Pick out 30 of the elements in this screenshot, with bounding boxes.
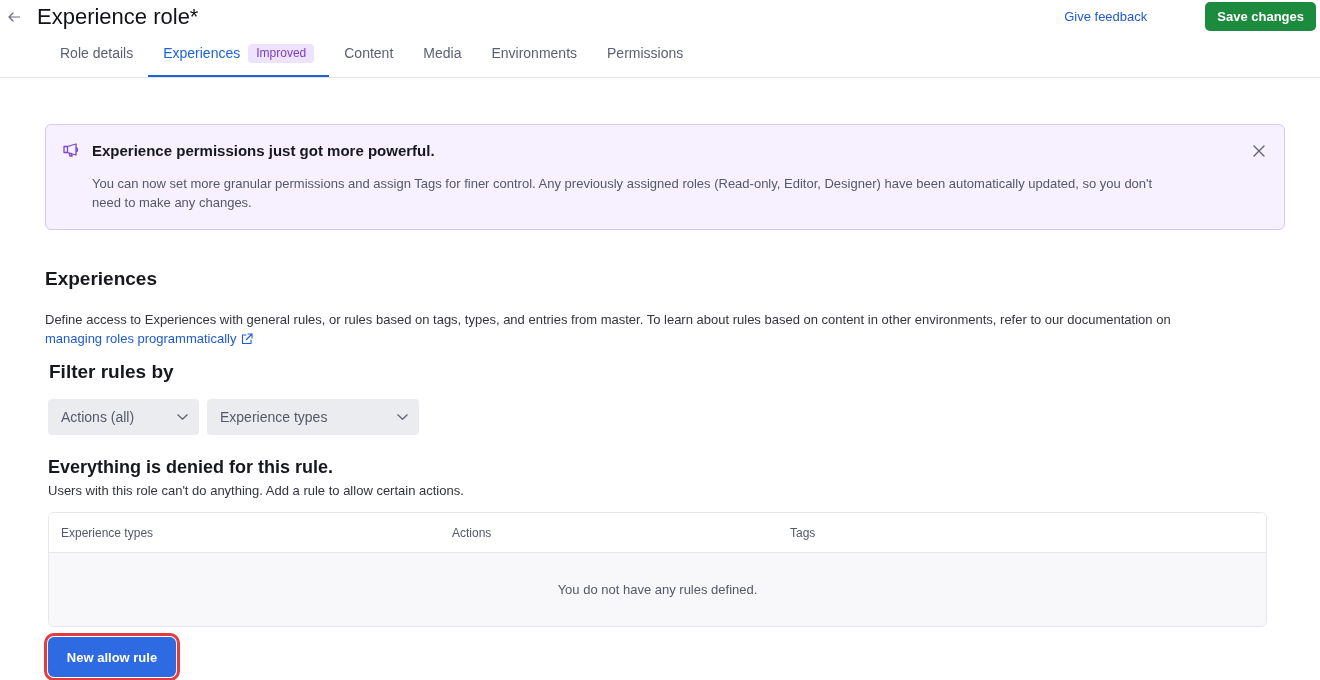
rules-heading: Everything is denied for this rule. (48, 456, 335, 478)
back-icon[interactable] (8, 11, 20, 22)
chevron-down-icon (177, 414, 188, 420)
tab[interactable]: Content (329, 39, 409, 77)
filter-dropdown[interactable]: Actions (all) (48, 399, 199, 435)
section-heading: Experiences (45, 268, 158, 290)
section-description: Define access to Experiences with general rules, or rules based on tags, types, and entries from master. To learn about rules based on content in other environments, refer to our documentation on managing roles programmatically (45, 311, 1172, 348)
save-changes-button[interactable]: Save changes (1205, 2, 1316, 31)
chevron-down-icon (397, 414, 408, 420)
external-link-icon (241, 332, 254, 345)
give-feedback-link[interactable]: Give feedback (1064, 9, 1148, 24)
close-icon[interactable] (1253, 144, 1265, 157)
filter-dropdown[interactable]: Experience types (207, 399, 419, 435)
improved-badge: Improved (248, 43, 315, 63)
tab[interactable]: Media (408, 39, 477, 77)
filter-heading: Filter rules by (48, 361, 175, 383)
tab[interactable]: Experiences Improved (148, 39, 330, 77)
banner-title: Experience permissions just got more powerful. (92, 142, 435, 159)
documentation-link[interactable]: managing roles programmatically (45, 329, 254, 348)
banner-text: You can now set more granular permissions and assign Tags for finer control. Any previously assigned roles (Read-only, Editor, Designer) have been automatically updated, so you don't need to make any changes. (92, 175, 1154, 212)
tab[interactable]: Role details (45, 39, 149, 77)
column-header: Actions (451, 525, 493, 540)
tab[interactable]: Environments (476, 39, 592, 77)
column-header: Experience types (60, 525, 155, 540)
empty-message: You do not have any rules defined. (557, 582, 758, 597)
column-header: Tags (789, 525, 817, 540)
page-title: Experience role* (37, 2, 199, 31)
tab[interactable]: Permissions (592, 39, 699, 77)
megaphone-icon (63, 143, 80, 157)
rules-subtitle: Users with this role can't do anything. Add a rule to allow certain actions. (48, 482, 465, 500)
